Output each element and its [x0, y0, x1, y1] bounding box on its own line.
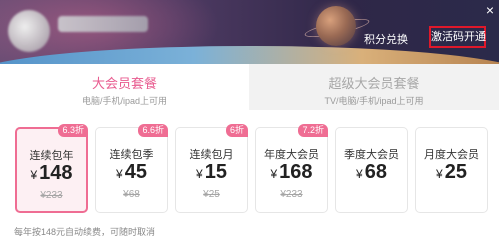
package-card-annual-auto[interactable]: 6.3折 连续包年 ¥148 ¥233	[15, 124, 88, 213]
planet-image	[316, 6, 356, 46]
package-card-quarterly-auto[interactable]: 6.6折 连续包季 ¥45 ¥68	[95, 124, 168, 213]
tab-subtitle: TV/电脑/手机/ipad上可用	[324, 96, 424, 106]
package-name: 连续包年	[29, 150, 74, 162]
discount-badge: 7.2折	[298, 124, 328, 137]
package-price: ¥45	[116, 161, 147, 183]
original-price: ¥233	[280, 189, 303, 200]
discount-badge: 6.6折	[138, 124, 168, 137]
discount-badge: 6.3折	[58, 124, 88, 137]
package-name: 季度大会员	[344, 149, 399, 161]
package-name: 连续包月	[189, 149, 234, 161]
package-price: ¥15	[196, 161, 227, 183]
auto-renew-note: 每年按148元自动续费，可随时取消	[14, 227, 156, 237]
tab-vip-package[interactable]: 大会员套餐 电脑/手机/ipad上可用	[0, 64, 249, 110]
username-blurred	[58, 16, 148, 32]
package-price: ¥25	[436, 161, 467, 183]
discount-badge: 6折	[225, 124, 248, 137]
package-price: ¥68	[356, 161, 387, 183]
package-name: 年度大会员	[264, 149, 319, 161]
tab-subtitle: 电脑/手机/ipad上可用	[81, 96, 168, 106]
activation-code-button[interactable]: 激活码开通	[429, 26, 486, 48]
package-card-monthly[interactable]: 月度大会员 ¥25	[415, 127, 488, 213]
tab-title: 超级大会员套餐	[328, 76, 420, 91]
package-card-quarterly[interactable]: 季度大会员 ¥68	[335, 127, 408, 213]
original-price: ¥68	[123, 189, 140, 200]
original-price: ¥25	[203, 189, 220, 200]
package-name: 连续包季	[109, 149, 154, 161]
package-price: ¥168	[270, 161, 313, 183]
close-icon[interactable]: ×	[483, 3, 497, 17]
tab-super-vip-package[interactable]: 超级大会员套餐 TV/电脑/手机/ipad上可用	[249, 64, 499, 110]
avatar[interactable]	[8, 10, 50, 52]
package-card-annual[interactable]: 7.2折 年度大会员 ¥168 ¥233	[255, 124, 328, 213]
package-name: 月度大会员	[424, 149, 479, 161]
package-card-monthly-auto[interactable]: 6折 连续包月 ¥15 ¥25	[175, 124, 248, 213]
header-banner: 积分兑换 激活码开通 ×	[0, 0, 499, 64]
points-exchange-link[interactable]: 积分兑换	[364, 31, 408, 47]
original-price: ¥233	[40, 190, 63, 201]
tab-title: 大会员套餐	[91, 76, 157, 91]
package-price: ¥148	[30, 162, 73, 184]
